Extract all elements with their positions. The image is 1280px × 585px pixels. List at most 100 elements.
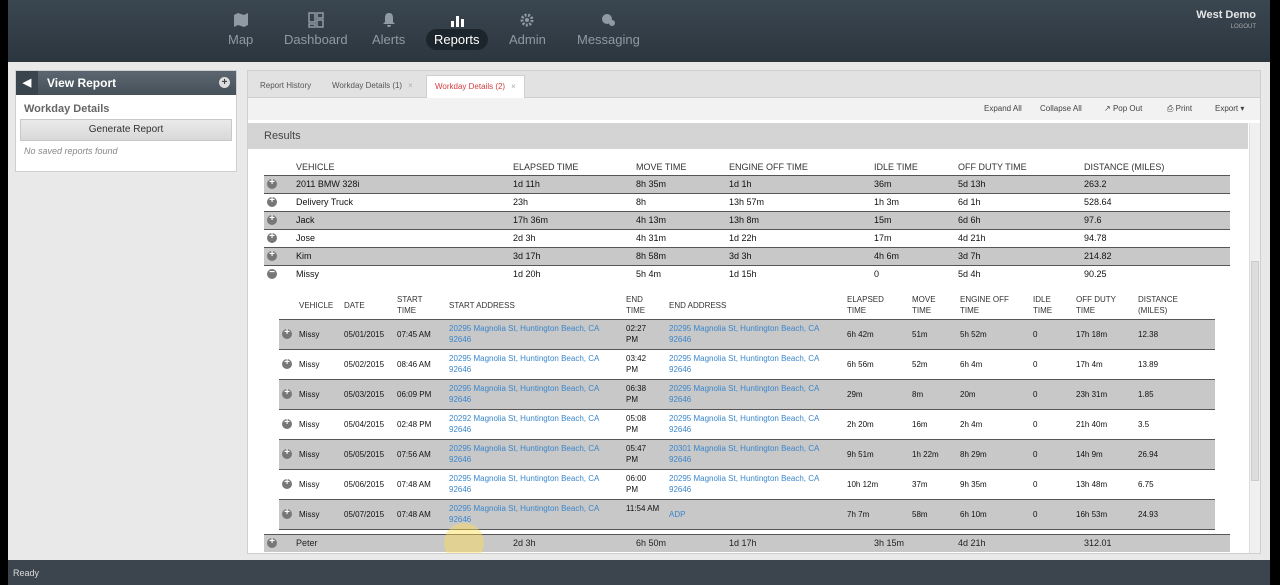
cell: 05/05/2015 xyxy=(344,450,385,459)
address-link[interactable]: 20292 Magnolia St, Huntington Beach, CA … xyxy=(449,413,599,435)
nav-alerts[interactable]: Alerts xyxy=(372,12,405,47)
cell: 5h 52m xyxy=(960,330,987,339)
cell: 3d 7h xyxy=(958,251,981,261)
bell-icon xyxy=(382,13,395,27)
cell: 0 xyxy=(1033,360,1038,369)
scrollbar-thumb[interactable] xyxy=(1251,261,1259,481)
nav-messaging[interactable]: Messaging xyxy=(577,12,640,47)
vehicle-row[interactable]: Jack 17h 36m 4h 13m 13h 8m 15m 6d 6h 97.6 xyxy=(264,211,1230,229)
generate-report-button[interactable]: Generate Report xyxy=(20,119,232,141)
close-icon[interactable]: × xyxy=(511,82,516,91)
cell: 528.64 xyxy=(1084,197,1112,207)
scrollbar[interactable] xyxy=(1249,123,1260,553)
address-link[interactable]: 20295 Magnolia St, Huntington Beach, CA … xyxy=(669,323,819,345)
detail-row[interactable]: Missy 05/03/2015 06:09 PM 20295 Magnolia St… xyxy=(279,380,1215,410)
cell: 58m xyxy=(912,510,928,519)
col-header: VEHICLE xyxy=(296,162,335,172)
nav-dashboard[interactable]: Dashboard xyxy=(284,12,348,47)
tab-workday-details-2[interactable]: Workday Details (2) × xyxy=(426,75,525,98)
export-button[interactable]: Export ▾ xyxy=(1215,104,1244,113)
nav-reports[interactable]: Reports xyxy=(426,12,488,50)
cell: 05:47 PM xyxy=(626,444,647,464)
expand-icon[interactable] xyxy=(282,357,292,369)
expand-icon[interactable] xyxy=(282,447,292,459)
address-link[interactable]: 20295 Magnolia St, Huntington Beach, CA … xyxy=(669,383,819,405)
user-menu[interactable]: West Demo LOGOUT xyxy=(1196,9,1256,30)
cell: 6d 6h xyxy=(958,215,981,225)
expand-icon[interactable] xyxy=(267,177,277,189)
col-header: VEHICLE xyxy=(299,301,334,310)
cell: 6d 1h xyxy=(958,197,981,207)
cell: 21h 40m xyxy=(1076,420,1108,429)
address-link[interactable]: 20295 Magnolia St, Huntington Beach, CA … xyxy=(449,473,599,495)
vehicle-row[interactable]: Jose 2d 3h 4h 31m 1d 22h 17m 4d 21h 94.78 xyxy=(264,229,1230,247)
pop-out-icon: ↗ xyxy=(1104,104,1111,113)
col-header: OFF DUTY TIME xyxy=(958,162,1027,172)
pop-out-button[interactable]: ↗ Pop Out xyxy=(1104,104,1142,113)
tab-workday-details-1[interactable]: Workday Details (1) × xyxy=(324,75,421,97)
cell: Missy xyxy=(296,269,319,279)
expand-icon[interactable] xyxy=(267,195,277,207)
address-link[interactable]: 20295 Magnolia St, Huntington Beach, CA … xyxy=(449,503,599,525)
nav-map[interactable]: Map xyxy=(228,12,253,47)
logout-link[interactable]: LOGOUT xyxy=(1196,24,1256,30)
address-link[interactable]: 20295 Magnolia St, Huntington Beach, CA … xyxy=(449,323,599,345)
expand-icon[interactable] xyxy=(282,477,292,489)
cell: Missy xyxy=(299,390,320,399)
print-button[interactable]: ⎙ Print xyxy=(1167,104,1192,114)
cell: 5d 4h xyxy=(958,269,981,279)
cell: Jack xyxy=(296,215,315,225)
vehicle-row[interactable]: Kim 3d 17h 8h 58m 3d 3h 4h 6m 3d 7h 214.82 xyxy=(264,247,1230,265)
cell: 1.85 xyxy=(1138,390,1154,399)
address-link[interactable]: 20295 Magnolia St, Huntington Beach, CA … xyxy=(669,473,819,495)
address-link[interactable]: 20295 Magnolia St, Huntington Beach, CA … xyxy=(449,353,599,375)
vehicle-row[interactable]: 2011 BMW 328i 1d 11h 8h 35m 1d 1h 36m 5d 13h 2… xyxy=(264,175,1230,193)
cell: 05/02/2015 xyxy=(344,360,385,369)
expand-icon[interactable] xyxy=(282,387,292,399)
expand-icon[interactable] xyxy=(282,327,292,339)
cell: 17h 4m xyxy=(1076,360,1103,369)
detail-row[interactable]: Missy 05/07/2015 07:48 AM 20295 Magnolia St… xyxy=(279,500,1215,530)
col-header: ELAPSED TIME xyxy=(847,295,884,315)
col-header: ENGINE OFF TIME xyxy=(729,162,808,172)
vehicle-row[interactable]: Missy 1d 20h 5h 4m 1d 15h 0 5d 4h 90.25 xyxy=(264,265,1230,283)
expand-all-button[interactable]: Expand All xyxy=(984,104,1022,113)
expand-icon[interactable] xyxy=(267,231,277,243)
cell: 02:48 PM xyxy=(397,420,432,429)
col-header: END ADDRESS xyxy=(669,301,727,310)
vehicle-row[interactable]: Delivery Truck 23h 8h 13h 57m 1h 3m 6d 1h 528.… xyxy=(264,193,1230,211)
address-link[interactable]: 20295 Magnolia St, Huntington Beach, CA … xyxy=(669,413,819,435)
cell: 1d 22h xyxy=(729,233,757,243)
detail-row[interactable]: Missy 05/04/2015 02:48 PM 20292 Magnolia St… xyxy=(279,410,1215,440)
cell: 52m xyxy=(912,360,928,369)
detail-row[interactable]: Missy 05/02/2015 08:46 AM 20295 Magnolia St… xyxy=(279,350,1215,380)
expand-icon[interactable] xyxy=(267,249,277,261)
address-link[interactable]: ADP xyxy=(669,509,819,520)
expand-icon[interactable] xyxy=(267,213,277,225)
cell: 2h 20m xyxy=(847,420,874,429)
back-arrow-icon[interactable]: ◀ xyxy=(16,71,38,95)
detail-row[interactable]: Missy 05/01/2015 07:45 AM 20295 Magnolia St… xyxy=(279,320,1215,350)
daily-detail-table: VEHICLE DATE START TIME START ADDRESS EN… xyxy=(279,291,1215,530)
add-icon[interactable]: + xyxy=(219,77,230,88)
vehicle-row[interactable]: Peter 2d 3h 6h 50m 1d 17h 3h 15m 4d 21h … xyxy=(264,534,1230,552)
address-link[interactable]: 20295 Magnolia St, Huntington Beach, CA … xyxy=(449,443,599,465)
expand-icon[interactable] xyxy=(267,536,277,548)
nav-map-label: Map xyxy=(228,32,254,47)
tab-report-history[interactable]: Report History xyxy=(252,75,319,97)
detail-row[interactable]: Missy 05/06/2015 07:48 AM 20295 Magnolia St… xyxy=(279,470,1215,500)
close-icon[interactable]: × xyxy=(408,81,413,90)
address-link[interactable]: 20301 Magnolia St, Huntington Beach, CA … xyxy=(669,443,819,465)
address-link[interactable]: 20295 Magnolia St, Huntington Beach, CA … xyxy=(449,383,599,405)
detail-row[interactable]: Missy 05/05/2015 07:56 AM 20295 Magnolia St… xyxy=(279,440,1215,470)
col-header: MOVE TIME xyxy=(636,162,687,172)
expand-icon[interactable] xyxy=(282,507,292,519)
cell: 1d 15h xyxy=(729,269,757,279)
cell: Missy xyxy=(299,420,320,429)
collapse-all-button[interactable]: Collapse All xyxy=(1040,104,1082,113)
collapse-icon[interactable] xyxy=(267,267,277,279)
address-link[interactable]: 20295 Magnolia St, Huntington Beach, CA … xyxy=(669,353,819,375)
nav-admin[interactable]: Admin xyxy=(509,12,546,47)
cell: 0 xyxy=(874,269,880,279)
expand-icon[interactable] xyxy=(282,417,292,429)
